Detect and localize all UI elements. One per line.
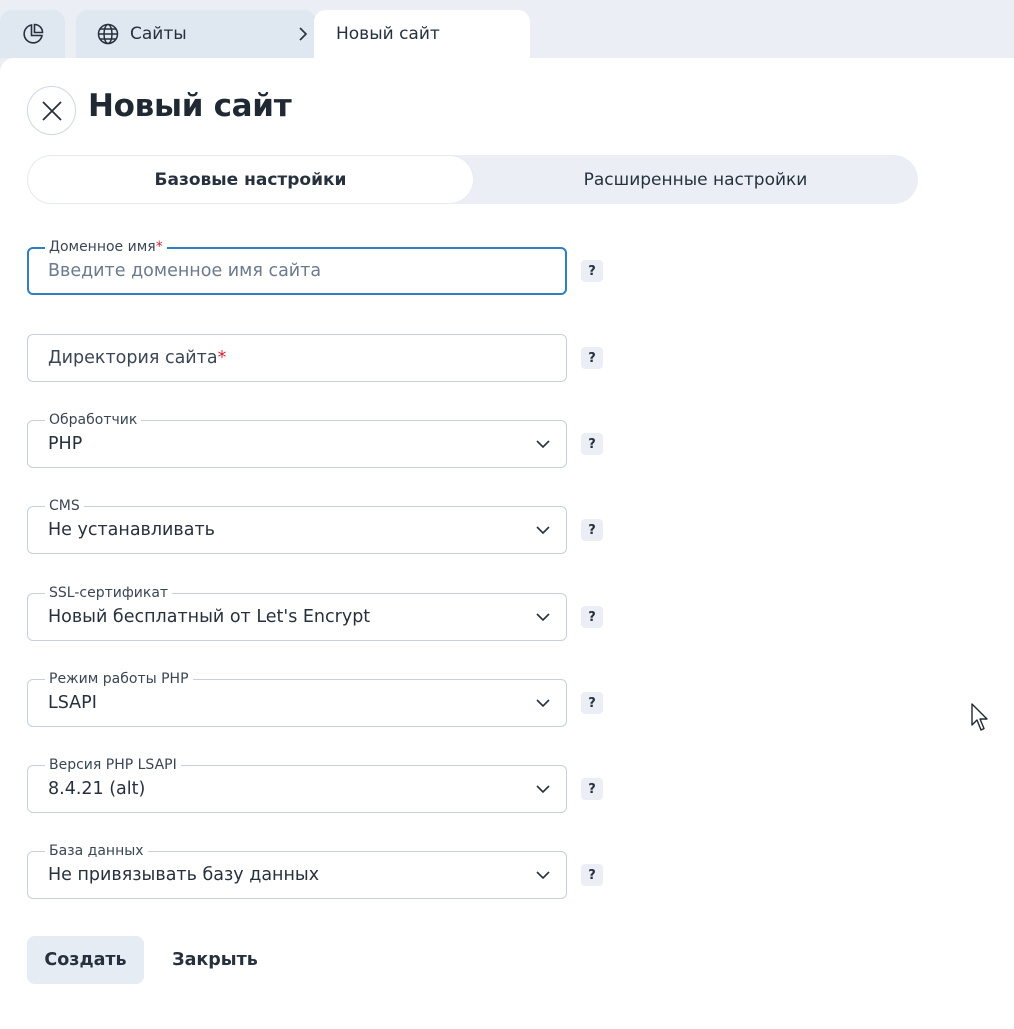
database-label: База данных [45, 842, 148, 860]
tab-dashboard[interactable] [0, 10, 65, 58]
php-mode-help-button[interactable]: ? [581, 692, 603, 714]
cms-value: Не устанавливать [48, 520, 215, 540]
create-button[interactable]: Создать [27, 936, 144, 984]
domain-input-placeholder[interactable]: Введите доменное имя сайта [48, 261, 321, 281]
mouse-cursor-icon [971, 703, 988, 731]
close-button[interactable] [27, 86, 76, 135]
close-form-button[interactable]: Закрыть [160, 936, 270, 984]
tab-new-site[interactable]: Новый сайт [314, 10, 530, 58]
tab-advanced-settings[interactable]: Расширенные настройки [473, 155, 918, 204]
pie-chart-icon [22, 23, 43, 44]
settings-segment: Базовые настройки Расширенные настройки [27, 155, 918, 204]
php-mode-label: Режим работы PHP [45, 670, 193, 688]
cms-label: CMS [45, 497, 84, 515]
chevron-down-icon [536, 440, 550, 449]
tab-sites[interactable]: Сайты [76, 10, 316, 58]
cms-select[interactable]: CMS Не устанавливать [27, 497, 567, 554]
handler-help-button[interactable]: ? [581, 433, 603, 455]
chevron-down-icon [536, 526, 550, 535]
handler-label: Обработчик [45, 411, 142, 429]
tab-new-site-label: Новый сайт [336, 24, 440, 44]
chevron-down-icon [536, 871, 550, 880]
close-icon [41, 100, 62, 121]
chevron-right-icon [299, 27, 308, 41]
php-version-value: 8.4.21 (alt) [48, 779, 146, 799]
handler-value: PHP [48, 434, 83, 454]
directory-field[interactable]: Директория сайта* [27, 334, 567, 382]
ssl-value: Новый бесплатный от Let's Encrypt [48, 607, 371, 627]
ssl-label: SSL-сертификат [45, 584, 173, 602]
handler-select[interactable]: Обработчик PHP [27, 411, 567, 468]
php-version-select[interactable]: Версия PHP LSAPI 8.4.21 (alt) [27, 756, 567, 813]
database-value: Не привязывать базу данных [48, 865, 320, 885]
php-version-help-button[interactable]: ? [581, 778, 603, 800]
main-panel: Новый сайт Базовые настройки Расширенные… [0, 58, 1014, 1029]
chevron-down-icon [536, 613, 550, 622]
database-select[interactable]: База данных Не привязывать базу данных [27, 842, 567, 899]
tab-basic-settings[interactable]: Базовые настройки [28, 156, 473, 203]
cms-help-button[interactable]: ? [581, 519, 603, 541]
php-mode-select[interactable]: Режим работы PHP LSAPI [27, 670, 567, 727]
directory-help-button[interactable]: ? [581, 347, 603, 369]
php-version-label: Версия PHP LSAPI [45, 756, 181, 774]
domain-field[interactable]: Доменное имя* Введите доменное имя сайта [27, 238, 567, 295]
tab-bar: Сайты Новый сайт [0, 0, 1014, 58]
tab-sites-label: Сайты [130, 24, 187, 44]
ssl-select[interactable]: SSL-сертификат Новый бесплатный от Let's… [27, 584, 567, 641]
ssl-help-button[interactable]: ? [581, 606, 603, 628]
php-mode-value: LSAPI [48, 693, 97, 713]
database-help-button[interactable]: ? [581, 864, 603, 886]
domain-label: Доменное имя* [45, 238, 167, 256]
globe-icon [97, 23, 119, 45]
chevron-down-icon [536, 785, 550, 794]
domain-help-button[interactable]: ? [581, 260, 603, 282]
directory-label: Директория сайта* [48, 348, 227, 368]
chevron-down-icon [536, 699, 550, 708]
page-title: Новый сайт [88, 88, 292, 124]
